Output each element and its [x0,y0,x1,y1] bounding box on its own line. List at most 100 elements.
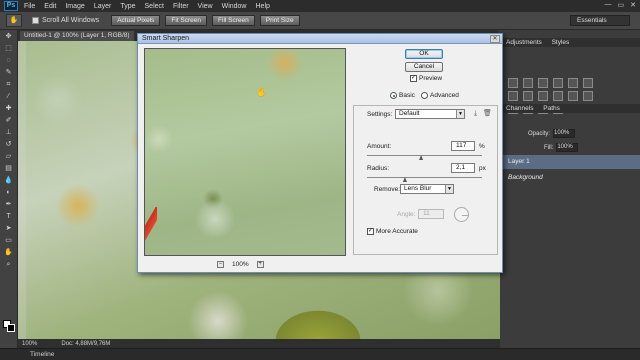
curves-icon[interactable] [538,78,548,88]
timeline-panel[interactable]: Timeline [0,348,640,360]
angle-dial-icon [454,207,469,222]
layer-row-background[interactable]: Background [500,171,640,185]
dodge-tool-icon[interactable]: ◐ [2,188,16,198]
scroll-all-windows-label: Scroll All Windows [42,17,100,24]
menu-filter[interactable]: Filter [173,3,189,10]
radius-input[interactable]: 2,1 [451,163,475,173]
preview-red-leaf [145,207,157,247]
minimize-icon[interactable]: — [605,1,612,9]
pen-tool-icon[interactable]: ✒ [2,200,16,210]
gradient-tool-icon[interactable]: ▤ [2,164,16,174]
path-select-tool-icon[interactable]: ➤ [2,224,16,234]
mode-basic-radio[interactable] [390,92,397,99]
menu-help[interactable]: Help [256,3,270,10]
fill-label: Fill: [544,144,554,151]
remove-select[interactable]: Lens Blur ▼ [400,184,454,194]
menu-image[interactable]: Image [65,3,84,10]
background-color-swatch[interactable] [7,324,15,332]
quick-select-tool-icon[interactable]: ✎ [2,68,16,78]
zoom-tool-icon[interactable]: ⌕ [2,260,16,270]
color-balance-icon[interactable] [508,91,518,101]
workspace-select[interactable]: Essentials [570,15,630,26]
print-size-button[interactable]: Print Size [259,15,300,26]
zoom-out-button[interactable]: − [217,261,224,268]
delete-preset-icon[interactable]: 🗑 [483,109,492,118]
radius-slider-track[interactable] [367,177,482,178]
invert-icon[interactable] [583,91,593,101]
right-panels: Adjustments Styles Channels Paths Opacit… [500,30,640,348]
document-tab[interactable]: Untitled-1 @ 100% (Layer 1, RGB/8) [20,31,134,41]
blur-tool-icon[interactable]: 💧 [2,176,16,186]
move-tool-icon[interactable]: ✥ [2,32,16,42]
preview-checkbox[interactable]: ✓ [410,75,417,82]
clone-stamp-tool-icon[interactable]: ⊥ [2,128,16,138]
vibrance-icon[interactable] [568,78,578,88]
tab-channels[interactable]: Channels [506,105,533,112]
ok-button[interactable]: OK [405,49,443,59]
type-tool-icon[interactable]: T [2,212,16,222]
dialog-close-icon[interactable]: ✕ [490,35,500,43]
crop-tool-icon[interactable]: ⌗ [2,80,16,90]
settings-group [353,105,498,255]
black-white-icon[interactable] [523,91,533,101]
hand-tool-icon[interactable]: ✋ [6,14,22,27]
exposure-icon[interactable] [553,78,563,88]
hue-saturation-icon[interactable] [583,78,593,88]
layer-row-layer-1[interactable]: Layer 1 [500,155,640,169]
canvas-shadow [18,41,26,339]
color-lookup-icon[interactable] [568,91,578,101]
opacity-input[interactable]: 100% [553,129,576,138]
options-bar: ✋ Scroll All Windows Actual Pixels Fit S… [0,12,640,30]
channel-mixer-icon[interactable] [553,91,563,101]
marquee-tool-icon[interactable]: ⬚ [2,44,16,54]
tab-paths[interactable]: Paths [543,105,560,112]
brightness-icon[interactable] [508,78,518,88]
tab-styles[interactable]: Styles [552,39,570,46]
eyedropper-tool-icon[interactable]: ⁄ [2,92,16,102]
maximize-icon[interactable]: ▭ [618,1,625,9]
menu-window[interactable]: Window [222,3,247,10]
fill-input[interactable]: 100% [556,143,579,152]
adjustments-tabs: Adjustments Styles [500,38,640,47]
close-icon[interactable]: ✕ [630,1,636,9]
hand-tool-sidebar-icon[interactable]: ✋ [2,248,16,258]
cancel-button[interactable]: Cancel [405,62,443,72]
angle-label: Angle: [397,211,416,218]
menu-type[interactable]: Type [120,3,135,10]
mode-advanced-radio[interactable] [421,92,428,99]
filter-preview[interactable] [144,48,346,256]
menu-edit[interactable]: Edit [44,3,56,10]
fit-screen-button[interactable]: Fit Screen [165,15,208,26]
menu-select[interactable]: Select [145,3,164,10]
window-controls: — ▭ ✕ [605,1,637,9]
tab-adjustments[interactable]: Adjustments [506,39,542,46]
fill-screen-button[interactable]: Fill Screen [212,15,255,26]
more-accurate-checkbox[interactable]: ✓ [367,228,374,235]
shape-tool-icon[interactable]: ▭ [2,236,16,246]
status-zoom[interactable]: 100% [22,341,37,347]
menu-file[interactable]: File [24,3,35,10]
healing-tool-icon[interactable]: ✚ [2,104,16,114]
brush-tool-icon[interactable]: ✐ [2,116,16,126]
menu-layer[interactable]: Layer [94,3,112,10]
levels-icon[interactable] [523,78,533,88]
preview-zoom-controls: − 100% + [217,261,264,268]
opacity-row: Opacity: 100% [506,128,638,139]
menu-view[interactable]: View [198,3,213,10]
actual-pixels-button[interactable]: Actual Pixels [111,15,161,26]
zoom-in-button[interactable]: + [256,261,264,268]
amount-unit: % [479,143,485,150]
save-preset-icon[interactable]: ⤓ [471,109,480,118]
settings-select[interactable]: Default ▼ [395,109,465,119]
layer-name: Layer 1 [508,158,530,165]
angle-input: 11 [418,209,444,219]
settings-label: Settings: [367,111,393,118]
eraser-tool-icon[interactable]: ▱ [2,152,16,162]
dialog-title[interactable]: Smart Sharpen [138,34,502,44]
lasso-tool-icon[interactable]: ◌ [2,56,16,66]
scroll-all-windows-checkbox[interactable] [32,17,39,24]
photo-filter-icon[interactable] [538,91,548,101]
amount-input[interactable]: 117 [451,141,475,151]
history-brush-tool-icon[interactable]: ↺ [2,140,16,150]
amount-slider-track[interactable] [367,155,482,156]
